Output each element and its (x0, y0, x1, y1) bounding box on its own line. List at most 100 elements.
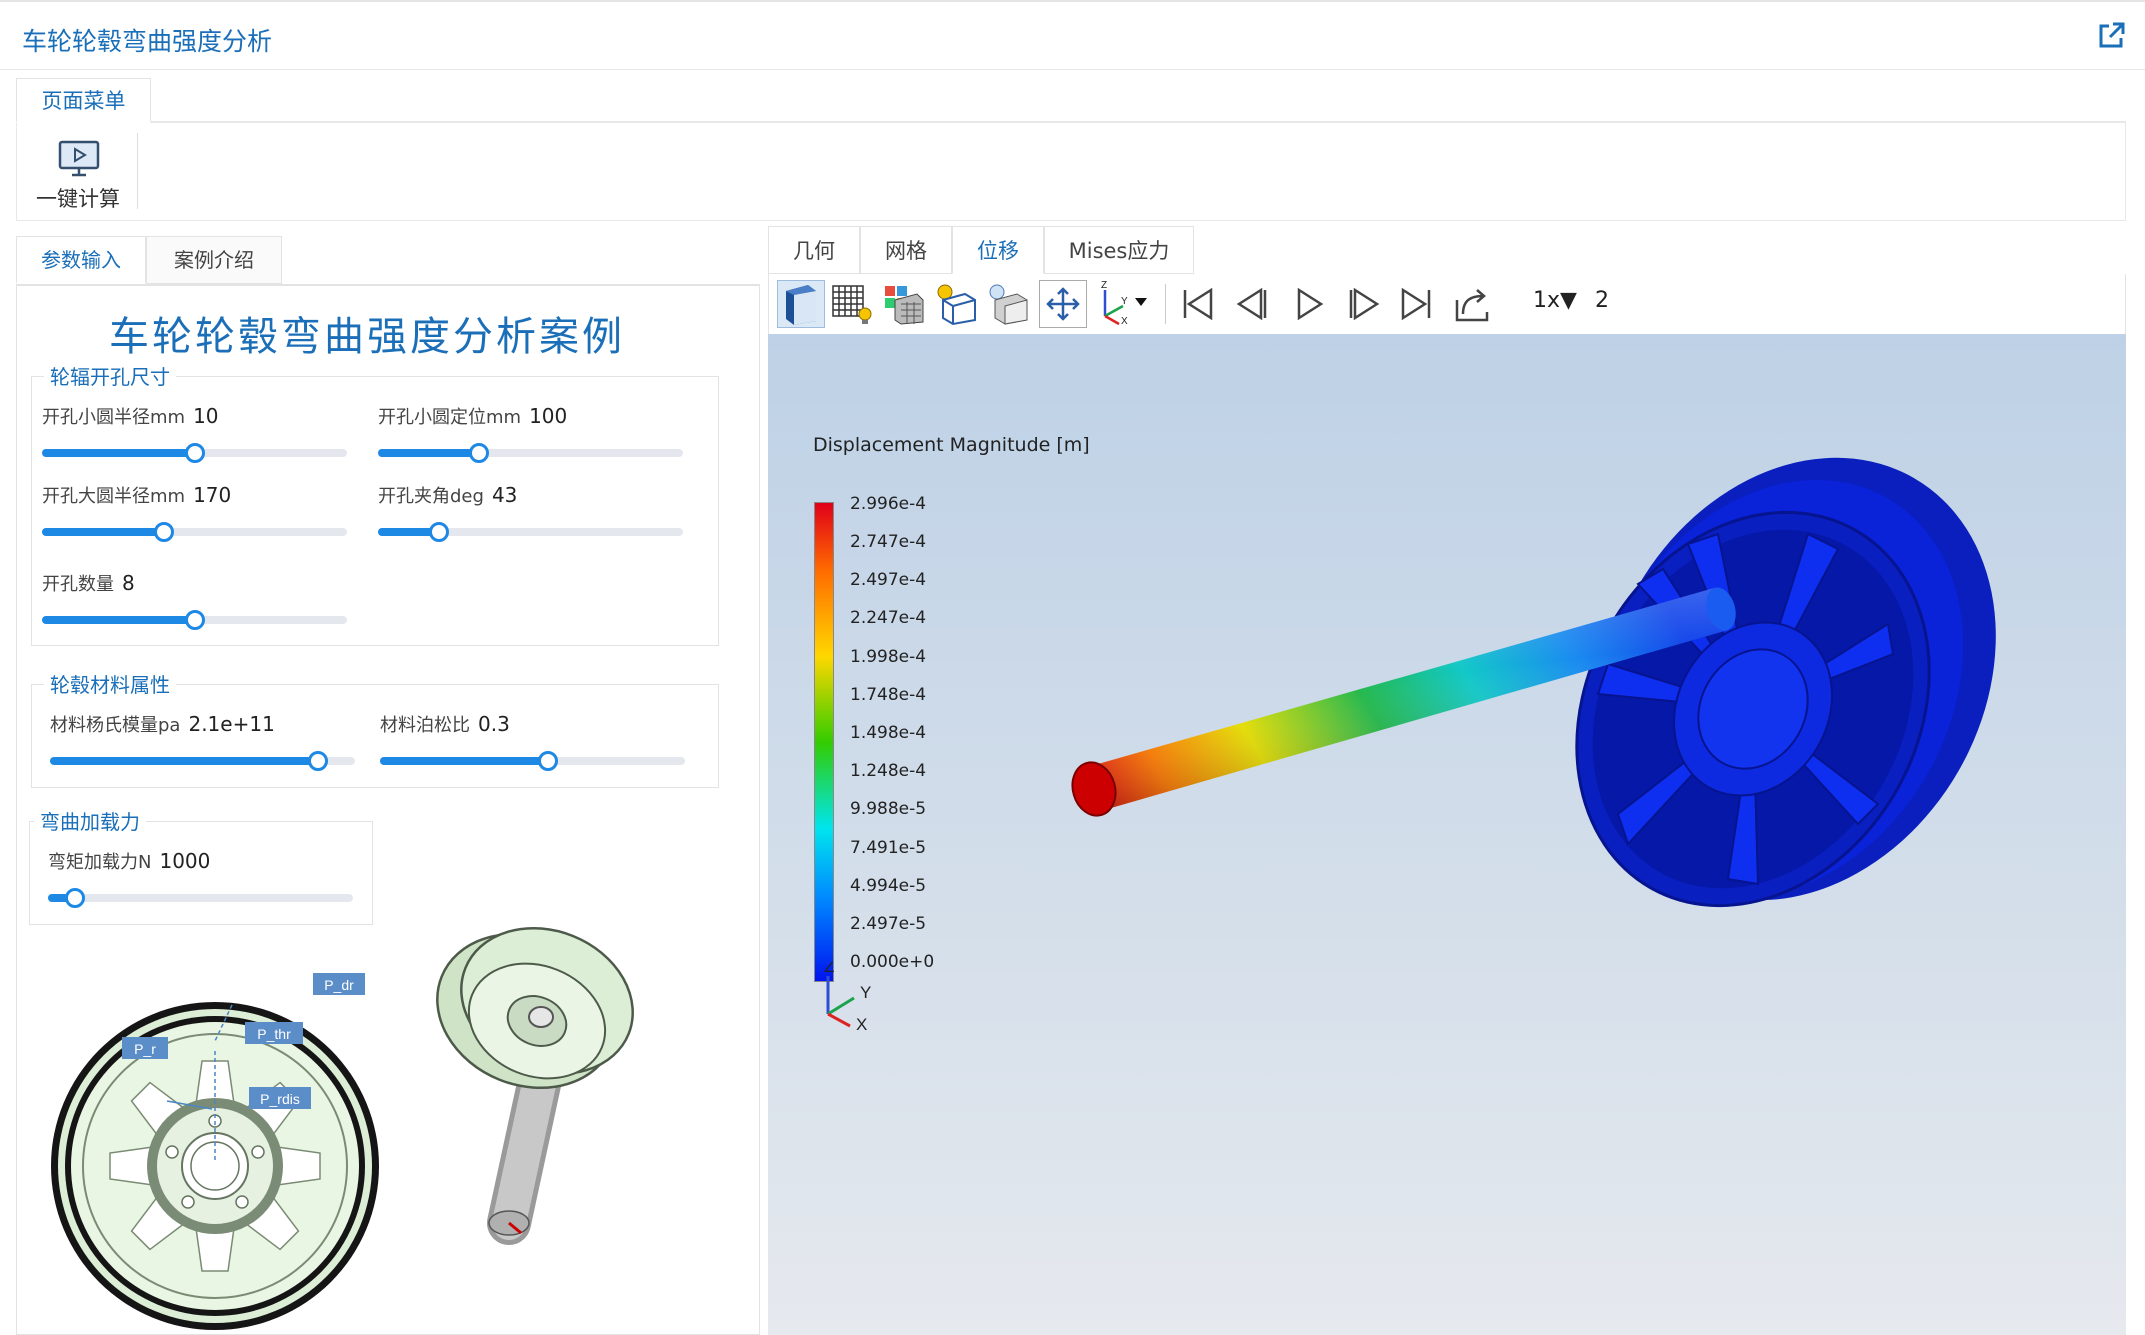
ribbon-divider (137, 133, 138, 209)
field-hole-count: 开孔数量 8 (42, 570, 362, 630)
field-label: 开孔小圆半径mm (42, 407, 186, 428)
slider-small-position[interactable] (378, 443, 683, 463)
slider-youngs-modulus[interactable] (50, 751, 355, 771)
field-angle: 开孔夹角deg 43 (378, 482, 698, 542)
field-bending-force: 弯矩加载力N 1000 (48, 848, 368, 908)
label-p-rdis: P_rdis (260, 1091, 300, 1107)
fit-view-button[interactable] (1039, 280, 1087, 328)
mesh-light-button[interactable] (829, 280, 877, 328)
prev-frame-icon[interactable] (1229, 280, 1277, 328)
field-label: 材料泊松比 (380, 715, 470, 736)
one-click-calc-button[interactable]: 一键计算 (23, 133, 133, 213)
field-value: 0.3 (478, 712, 510, 736)
svg-text:X: X (1121, 316, 1128, 326)
tab-case-intro[interactable]: 案例介绍 (146, 236, 282, 284)
group-title: 轮毂材料属性 (44, 669, 176, 698)
tab-mesh[interactable]: 网格 (860, 226, 952, 274)
axis-orientation-button[interactable]: Z YX (1091, 280, 1151, 328)
slider-fill (42, 449, 195, 457)
tab-displacement[interactable]: 位移 (952, 226, 1044, 274)
axis-triad: Z Y X (824, 962, 871, 1032)
slider-fill (42, 616, 195, 624)
field-large-radius: 开孔大圆半径mm 170 (42, 482, 362, 542)
label-p-r: P_r (134, 1041, 156, 1057)
toolbar-divider (1165, 284, 1166, 324)
field-value: 170 (193, 483, 232, 507)
triad-x-label: X (856, 1015, 867, 1032)
wheel-hub (1575, 457, 1996, 908)
wheel-sketch-illustration: P_dr P_thr P_r P_rdis (51, 926, 634, 1330)
slider-bending-force[interactable] (48, 888, 353, 908)
field-small-radius: 开孔小圆半径mm 10 (42, 403, 362, 463)
field-poisson-ratio: 材料泊松比 0.3 (380, 711, 700, 771)
field-label: 开孔数量 (42, 574, 114, 595)
tab-mises-stress[interactable]: Mises应力 (1044, 226, 1194, 274)
triad-y-label: Y (860, 983, 871, 1002)
field-label: 弯矩加载力N (48, 852, 152, 873)
param-form: 车轮轮毂弯曲强度分析案例 轮辐开孔尺寸 开孔小圆半径mm 10 开孔小圆定位mm 1… (16, 284, 760, 1335)
group-hole-size: 轮辐开孔尺寸 开孔小圆半径mm 10 开孔小圆定位mm 100 开孔大圆半径mm 17… (31, 361, 719, 646)
slider-hole-count[interactable] (42, 610, 347, 630)
slider-fill (50, 757, 319, 765)
wheel-iso-view (436, 926, 634, 1245)
frame-number: 2 (1595, 288, 1609, 313)
wireframe-cube-icon (937, 284, 976, 326)
axis-dropdown-icon: Z YX (1101, 280, 1147, 327)
group-title: 轮辐开孔尺寸 (44, 361, 176, 390)
slider-poisson-ratio[interactable] (380, 751, 685, 771)
first-frame-icon[interactable] (1173, 280, 1221, 328)
displacement-model (1071, 457, 1996, 908)
play-icon[interactable] (1285, 280, 1333, 328)
slider-thumb[interactable] (184, 443, 205, 463)
field-value: 100 (529, 404, 568, 428)
field-value: 1000 (159, 849, 211, 873)
slider-thumb[interactable] (184, 610, 205, 630)
viewer-toolbar: Z YX 1x▼ 2 (768, 274, 2126, 334)
menu-tabs: 页面菜单 (16, 78, 2126, 123)
open-external-icon[interactable] (2095, 20, 2127, 52)
field-value: 2.1e+11 (188, 712, 275, 736)
wireframe-light-button[interactable] (933, 280, 981, 328)
3d-viewport[interactable]: Displacement Magnitude [m] 2.996e-4 2.74… (768, 334, 2126, 1335)
slider-angle[interactable] (378, 522, 683, 542)
slider-fill (42, 528, 164, 536)
group-bending-load: 弯曲加载力 弯矩加载力N 1000 (29, 806, 373, 925)
field-small-position: 开孔小圆定位mm 100 (378, 403, 698, 463)
calc-button-label: 一键计算 (36, 187, 120, 211)
slider-thumb[interactable] (537, 751, 558, 771)
title-bar: 车轮轮毂弯曲强度分析 (0, 0, 2145, 70)
next-frame-icon[interactable] (1339, 280, 1387, 328)
shaded-light-button[interactable] (985, 280, 1033, 328)
field-label: 开孔小圆定位mm (378, 407, 522, 428)
group-title: 弯曲加载力 (34, 806, 146, 835)
slider-thumb[interactable] (429, 522, 449, 542)
field-label: 开孔大圆半径mm (42, 486, 186, 507)
grid-bulb-icon (832, 285, 872, 324)
label-p-thr: P_thr (257, 1026, 291, 1042)
loop-export-icon[interactable] (1449, 280, 1497, 328)
color-cells-button[interactable] (881, 280, 929, 328)
solid-view-button[interactable] (777, 280, 825, 328)
ribbon: 一键计算 (16, 123, 2126, 221)
fit-arrows-icon (1046, 287, 1080, 321)
speed-value: 1x (1533, 288, 1561, 313)
slider-small-radius[interactable] (42, 443, 347, 463)
slider-thumb[interactable] (308, 751, 329, 771)
slider-fill (378, 449, 479, 457)
tab-page-menu[interactable]: 页面菜单 (16, 78, 151, 123)
slider-thumb[interactable] (65, 888, 86, 908)
speed-select[interactable]: 1x▼ (1533, 288, 1577, 313)
field-value: 43 (491, 483, 518, 507)
svg-text:Y: Y (1121, 296, 1128, 307)
left-panel: 参数输入 案例介绍 车轮轮毂弯曲强度分析案例 轮辐开孔尺寸 开孔小圆半径mm 10… (16, 236, 760, 1335)
slider-thumb[interactable] (154, 522, 174, 542)
field-value: 10 (193, 404, 219, 428)
slider-large-radius[interactable] (42, 522, 347, 542)
slider-thumb[interactable] (468, 443, 489, 463)
tab-param-input[interactable]: 参数输入 (16, 236, 146, 284)
tab-geometry[interactable]: 几何 (768, 226, 860, 274)
last-frame-icon[interactable] (1393, 280, 1441, 328)
wheel-front-view (51, 1002, 379, 1330)
caret-down-icon: ▼ (1560, 288, 1577, 313)
app-window: 车轮轮毂弯曲强度分析 页面菜单 一键计算 参数输入 案例介绍 车轮轮毂弯曲强度分… (0, 0, 2145, 1335)
